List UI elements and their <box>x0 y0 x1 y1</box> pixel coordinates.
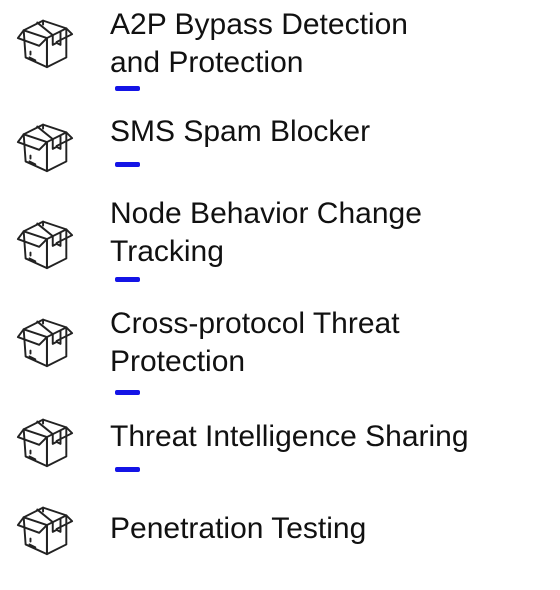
package-box-icon <box>14 9 76 71</box>
item-label: Penetration Testing <box>110 512 367 545</box>
package-box-icon <box>14 496 76 558</box>
package-box-icon <box>14 113 76 175</box>
list-item: Penetration Testing <box>0 500 560 590</box>
accent-underline <box>115 277 140 282</box>
list-item: A2P Bypass Detection and Protection <box>0 0 560 91</box>
item-label: A2P Bypass Detection and Protection <box>110 8 408 79</box>
list-item: Threat Intelligence Sharing <box>0 415 560 505</box>
list-item: Node Behavior Change Tracking <box>0 195 560 285</box>
package-box-icon <box>14 308 76 370</box>
item-label: Node Behavior Change Tracking <box>110 197 422 268</box>
item-label: Cross-protocol Threat Protection <box>110 307 400 378</box>
package-box-icon <box>14 408 76 470</box>
list-item: SMS Spam Blocker <box>0 110 560 200</box>
accent-underline <box>115 86 140 91</box>
accent-underline <box>115 467 140 472</box>
package-box-icon <box>14 210 76 272</box>
item-label: Threat Intelligence Sharing <box>110 420 469 453</box>
accent-underline <box>115 390 140 395</box>
item-label: SMS Spam Blocker <box>110 115 371 148</box>
feature-list: A2P Bypass Detection and Protection SMS … <box>0 0 560 556</box>
list-item: Cross-protocol Threat Protection <box>0 305 560 395</box>
accent-underline <box>115 162 140 167</box>
